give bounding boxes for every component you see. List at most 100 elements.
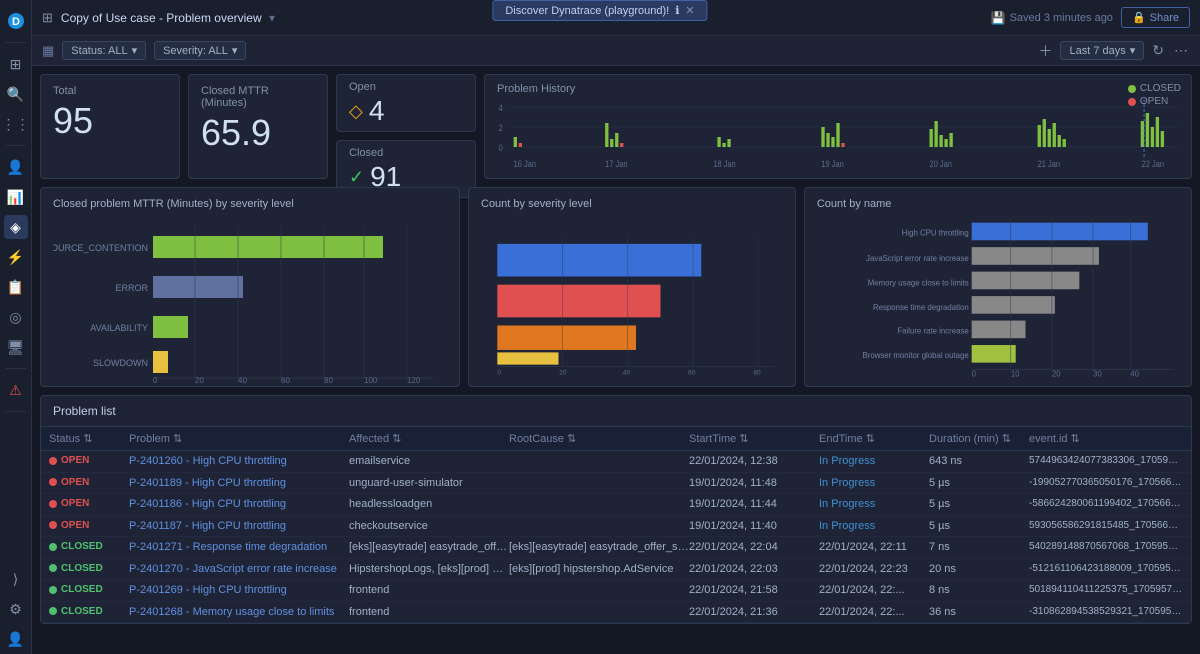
sidebar-icon-apps[interactable]: ⋮⋮ xyxy=(4,112,28,136)
status-filter-button[interactable]: Status: ALL ▾ xyxy=(62,41,146,60)
cell-starttime: 22/01/2024, 21:36 xyxy=(689,606,819,619)
sidebar-icon-list[interactable]: 📋 xyxy=(4,275,28,299)
cell-problem[interactable]: P-2401268 - Memory usage close to limits xyxy=(129,606,349,619)
table-row[interactable]: OPEN P-2401187 - High CPU throttling che… xyxy=(41,516,1191,538)
col-affected[interactable]: Affected ⇅ xyxy=(349,432,509,445)
table-row[interactable]: CLOSED P-2401269 - High CPU throttling f… xyxy=(41,580,1191,602)
closed-dot-icon xyxy=(49,564,57,572)
cell-status: OPEN xyxy=(49,498,129,511)
count-severity-panel: Count by severity level 0 20 40 xyxy=(468,187,796,387)
open-panel: Open ◇ 4 xyxy=(336,74,476,132)
cell-starttime: 19/01/2024, 11:44 xyxy=(689,498,819,511)
sidebar-icon-dashboards[interactable]: ⊞ xyxy=(4,52,28,76)
cell-duration: 8 ns xyxy=(929,584,1029,597)
cell-status: CLOSED xyxy=(49,541,129,554)
table-row[interactable]: OPEN P-2401260 - High CPU throttling ema… xyxy=(41,451,1191,473)
severity-filter-label: Severity: ALL xyxy=(163,45,228,57)
sidebar-icon-search[interactable]: 🔍 xyxy=(4,82,28,106)
legend-open-text: OPEN xyxy=(1140,96,1168,107)
table-row[interactable]: CLOSED P-2401271 - Response time degrada… xyxy=(41,537,1191,559)
cell-problem[interactable]: P-2401269 - High CPU throttling xyxy=(129,584,349,597)
sidebar-icon-expand[interactable]: ⟩ xyxy=(4,567,28,591)
svg-text:4: 4 xyxy=(499,103,504,113)
cell-endtime: In Progress xyxy=(819,520,929,533)
add-tile-button[interactable]: ＋ xyxy=(1036,39,1054,63)
sidebar-icon-logo[interactable]: D xyxy=(4,9,28,33)
cell-status: OPEN xyxy=(49,520,129,533)
cell-eventid: 540289148870567068_1705957140000V2 xyxy=(1029,541,1183,554)
sidebar-icon-topology[interactable]: ◎ xyxy=(4,305,28,329)
filter-funnel-icon[interactable]: ▦ xyxy=(42,43,54,59)
cell-duration: 7 ns xyxy=(929,541,1029,554)
sidebar-icon-person[interactable]: 👤 xyxy=(4,627,28,651)
more-options-button[interactable]: ⋯ xyxy=(1172,40,1190,61)
cell-endtime: 22/01/2024, 22:11 xyxy=(819,541,929,554)
notification-info-icon: ℹ xyxy=(675,4,679,17)
top-panels: Total 95 Closed MTTR (Minutes) 65.9 Open… xyxy=(40,74,1192,179)
open-dot-icon xyxy=(49,478,57,486)
filterbar: ▦ Status: ALL ▾ Severity: ALL ▾ ＋ Last 7… xyxy=(32,36,1200,66)
cell-endtime: In Progress xyxy=(819,498,929,511)
cell-duration: 20 ns xyxy=(929,563,1029,576)
notification-bar: Discover Dynatrace (playground)! ℹ ✕ xyxy=(492,0,707,21)
legend-closed-text: CLOSED xyxy=(1140,83,1181,94)
svg-text:ERROR: ERROR xyxy=(115,283,148,293)
svg-text:22 Jan: 22 Jan xyxy=(1142,159,1165,169)
cell-rootcause: [eks][prod] hipstershop.AdService xyxy=(509,563,689,576)
col-endtime[interactable]: EndTime ⇅ xyxy=(819,432,929,445)
sidebar-icon-bolt[interactable]: ⚡ xyxy=(4,245,28,269)
total-label: Total xyxy=(53,85,167,97)
sidebar-icon-active[interactable]: ◈ xyxy=(4,215,28,239)
count-severity-title: Count by severity level xyxy=(481,198,783,210)
history-chart-svg: 4 2 0 xyxy=(497,99,1179,171)
table-row[interactable]: CLOSED P-2401268 - Memory usage close to… xyxy=(41,602,1191,624)
share-button[interactable]: 🔒 Share xyxy=(1121,7,1190,28)
table-row[interactable]: CLOSED P-2401270 - JavaScript error rate… xyxy=(41,559,1191,581)
table-header: Status ⇅ Problem ⇅ Affected ⇅ RootCause … xyxy=(41,427,1191,451)
sidebar-icon-settings[interactable]: ⚙ xyxy=(4,597,28,621)
severity-filter-button[interactable]: Severity: ALL ▾ xyxy=(154,41,246,60)
cell-problem[interactable]: P-2401270 - JavaScript error rate increa… xyxy=(129,563,349,576)
cell-starttime: 22/01/2024, 22:04 xyxy=(689,541,819,554)
sidebar-icon-charts[interactable]: 📊 xyxy=(4,185,28,209)
sidebar-icon-user[interactable]: 👤 xyxy=(4,155,28,179)
col-starttime[interactable]: StartTime ⇅ xyxy=(689,432,819,445)
col-status[interactable]: Status ⇅ xyxy=(49,432,129,445)
svg-text:2: 2 xyxy=(499,123,504,133)
cell-problem[interactable]: P-2401189 - High CPU throttling xyxy=(129,477,349,490)
table-row[interactable]: OPEN P-2401186 - High CPU throttling hea… xyxy=(41,494,1191,516)
sidebar-icon-monitor[interactable]: 🖥 xyxy=(4,335,28,359)
sidebar-icon-alert[interactable]: ⚠ xyxy=(4,378,28,402)
refresh-button[interactable]: ↻ xyxy=(1150,40,1166,61)
sidebar: D ⊞ 🔍 ⋮⋮ 👤 📊 ◈ ⚡ 📋 ◎ 🖥 ⚠ ⟩ ⚙ 👤 xyxy=(0,0,32,654)
svg-text:0: 0 xyxy=(497,369,501,376)
notification-close-icon[interactable]: ✕ xyxy=(685,4,694,17)
cell-problem[interactable]: P-2401187 - High CPU throttling xyxy=(129,520,349,533)
closed-mttr-svg: RESOURCE_CONTENTION ERROR AVAILABILITY S… xyxy=(53,216,453,386)
svg-text:Failure rate increase: Failure rate increase xyxy=(897,326,968,335)
svg-text:20 Jan: 20 Jan xyxy=(929,159,952,169)
breadcrumb-text: Copy of Use case - Problem overview xyxy=(61,11,262,25)
middle-panels: Closed problem MTTR (Minutes) by severit… xyxy=(40,187,1192,387)
closed-check-icon: ✓ xyxy=(349,168,364,186)
cell-starttime: 22/01/2024, 12:38 xyxy=(689,455,819,468)
time-range-button[interactable]: Last 7 days ▾ xyxy=(1060,41,1144,60)
cell-problem[interactable]: P-2401271 - Response time degradation xyxy=(129,541,349,554)
table-row[interactable]: OPEN P-2401189 - High CPU throttling ung… xyxy=(41,473,1191,495)
cell-endtime: In Progress xyxy=(819,477,929,490)
cell-problem[interactable]: P-2401186 - High CPU throttling xyxy=(129,498,349,511)
closed-label: Closed xyxy=(349,147,463,159)
cell-affected: [eks][easytrade] easytrade_offer_service xyxy=(349,541,509,554)
cell-eventid: -586624280061199402_1705661040000V2 xyxy=(1029,498,1183,511)
status-badge: OPEN xyxy=(49,520,89,531)
cell-rootcause xyxy=(509,584,689,597)
topbar-grid-icon[interactable]: ⊞ xyxy=(42,10,53,26)
col-problem[interactable]: Problem ⇅ xyxy=(129,432,349,445)
col-rootcause[interactable]: RootCause ⇅ xyxy=(509,432,689,445)
legend-open: OPEN xyxy=(1128,96,1181,107)
cell-affected: HipstershopLogs, [eks][prod] hipstershop… xyxy=(349,563,509,576)
cell-problem[interactable]: P-2401260 - High CPU throttling xyxy=(129,455,349,468)
svg-text:40: 40 xyxy=(238,376,247,385)
col-duration[interactable]: Duration (min) ⇅ xyxy=(929,432,1029,445)
col-eventid[interactable]: event.id ⇅ xyxy=(1029,432,1183,445)
